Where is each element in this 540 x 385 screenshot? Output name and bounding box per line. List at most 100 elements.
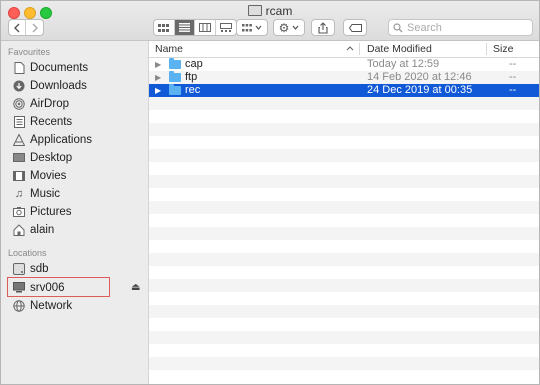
file-size: -- bbox=[509, 58, 517, 70]
movies-icon bbox=[13, 170, 25, 182]
pictures-icon bbox=[13, 206, 25, 218]
recents-icon bbox=[13, 115, 25, 128]
file-date: Today at 12:59 bbox=[367, 58, 440, 70]
column-header: Name Date Modified Size bbox=[149, 41, 539, 58]
gallery-view-button[interactable] bbox=[216, 20, 236, 35]
empty-row bbox=[149, 188, 539, 201]
applications-icon bbox=[13, 133, 25, 146]
empty-row bbox=[149, 201, 539, 214]
network-icon bbox=[13, 299, 25, 312]
column-divider[interactable] bbox=[486, 43, 487, 55]
disk-icon bbox=[13, 262, 25, 275]
disclosure-triangle-icon[interactable]: ▶ bbox=[155, 58, 161, 71]
sort-ascending-icon[interactable] bbox=[346, 46, 354, 51]
disclosure-triangle-icon[interactable]: ▶ bbox=[155, 71, 161, 84]
toolbar: rcam ⚙ Search bbox=[1, 1, 539, 41]
finder-window: rcam ⚙ Search Favourites Documents Downl… bbox=[0, 0, 540, 385]
forward-button[interactable] bbox=[26, 20, 43, 35]
window-title: rcam bbox=[1, 4, 539, 18]
folder-icon bbox=[169, 71, 181, 82]
search-placeholder: Search bbox=[407, 21, 442, 34]
sidebar-item-applications[interactable]: Applications bbox=[13, 131, 92, 148]
back-button[interactable] bbox=[9, 20, 26, 35]
empty-row bbox=[149, 136, 539, 149]
documents-icon bbox=[13, 61, 25, 74]
share-icon bbox=[318, 21, 328, 34]
locations-heading: Locations bbox=[8, 248, 47, 258]
search-icon bbox=[393, 22, 403, 32]
eject-icon[interactable]: ⏏ bbox=[131, 282, 140, 293]
file-size: -- bbox=[509, 84, 517, 96]
column-date-modified[interactable]: Date Modified bbox=[367, 43, 432, 55]
sidebar-item-documents[interactable]: Documents bbox=[13, 59, 88, 76]
empty-row bbox=[149, 240, 539, 253]
disk-icon bbox=[247, 5, 262, 16]
empty-row bbox=[149, 344, 539, 357]
sidebar-item-sdb[interactable]: sdb bbox=[13, 260, 49, 277]
sidebar-item-recents[interactable]: Recents bbox=[13, 113, 72, 130]
column-divider[interactable] bbox=[359, 43, 360, 55]
downloads-icon bbox=[13, 80, 25, 92]
empty-row bbox=[149, 149, 539, 162]
action-menu-button[interactable]: ⚙ bbox=[273, 19, 305, 36]
sidebar-item-pictures[interactable]: Pictures bbox=[13, 203, 72, 220]
empty-row bbox=[149, 175, 539, 188]
disclosure-triangle-icon[interactable]: ▶ bbox=[155, 84, 161, 97]
sidebar-item-desktop[interactable]: Desktop bbox=[13, 149, 72, 166]
chevron-left-icon bbox=[13, 23, 19, 32]
search-field[interactable]: Search bbox=[388, 19, 533, 36]
gear-icon: ⚙ bbox=[278, 20, 290, 35]
desktop-icon bbox=[13, 152, 25, 164]
file-row-cap[interactable]: ▶ cap Today at 12:59 -- bbox=[149, 58, 539, 71]
file-list-pane: Name Date Modified Size ▶ cap Today at 1… bbox=[149, 41, 539, 384]
chevron-down-icon bbox=[255, 25, 262, 30]
chevron-down-icon bbox=[292, 25, 299, 30]
empty-row bbox=[149, 305, 539, 318]
sidebar-item-network[interactable]: Network bbox=[13, 297, 72, 314]
file-date: 24 Dec 2019 at 00:35 bbox=[367, 84, 473, 96]
file-date: 14 Feb 2020 at 12:46 bbox=[367, 71, 472, 83]
sidebar-item-movies[interactable]: Movies bbox=[13, 167, 66, 184]
group-icon bbox=[242, 23, 252, 31]
empty-row bbox=[149, 292, 539, 305]
empty-row bbox=[149, 97, 539, 110]
empty-row bbox=[149, 266, 539, 279]
share-button[interactable] bbox=[311, 19, 335, 36]
column-size[interactable]: Size bbox=[493, 43, 513, 55]
sidebar-item-downloads[interactable]: Downloads bbox=[13, 77, 87, 94]
file-size: -- bbox=[509, 71, 517, 83]
column-view-icon bbox=[198, 23, 211, 32]
list-view-icon bbox=[178, 23, 190, 32]
highlight-box bbox=[7, 277, 110, 297]
folder-icon bbox=[169, 84, 181, 95]
sidebar-item-alain[interactable]: alain bbox=[13, 221, 54, 238]
empty-row bbox=[149, 357, 539, 370]
sidebar-item-music[interactable]: ♫ Music bbox=[13, 185, 60, 202]
music-icon: ♫ bbox=[14, 187, 24, 200]
file-name: cap bbox=[185, 58, 203, 70]
group-by-button[interactable] bbox=[236, 19, 268, 36]
column-name[interactable]: Name bbox=[155, 43, 183, 55]
file-name: ftp bbox=[185, 71, 198, 83]
empty-row bbox=[149, 214, 539, 227]
tag-icon bbox=[348, 23, 362, 32]
column-view-button[interactable] bbox=[195, 20, 216, 35]
empty-row bbox=[149, 279, 539, 292]
icon-view-button[interactable] bbox=[154, 20, 175, 35]
file-row-ftp[interactable]: ▶ ftp 14 Feb 2020 at 12:46 -- bbox=[149, 71, 539, 84]
empty-row bbox=[149, 162, 539, 175]
empty-row bbox=[149, 331, 539, 344]
tags-button[interactable] bbox=[343, 19, 367, 36]
file-row-rec[interactable]: ▶ rec 24 Dec 2019 at 00:35 -- bbox=[149, 84, 539, 97]
empty-row bbox=[149, 253, 539, 266]
sidebar: Favourites Documents Downloads AirDrop R… bbox=[1, 41, 149, 384]
favourites-heading: Favourites bbox=[8, 47, 51, 57]
file-name: rec bbox=[185, 84, 201, 96]
empty-row bbox=[149, 123, 539, 136]
folder-icon bbox=[169, 58, 181, 69]
list-view-button[interactable] bbox=[174, 20, 195, 35]
airdrop-icon bbox=[13, 97, 25, 110]
home-icon bbox=[13, 223, 25, 236]
sidebar-item-airdrop[interactable]: AirDrop bbox=[13, 95, 69, 112]
empty-row bbox=[149, 227, 539, 240]
